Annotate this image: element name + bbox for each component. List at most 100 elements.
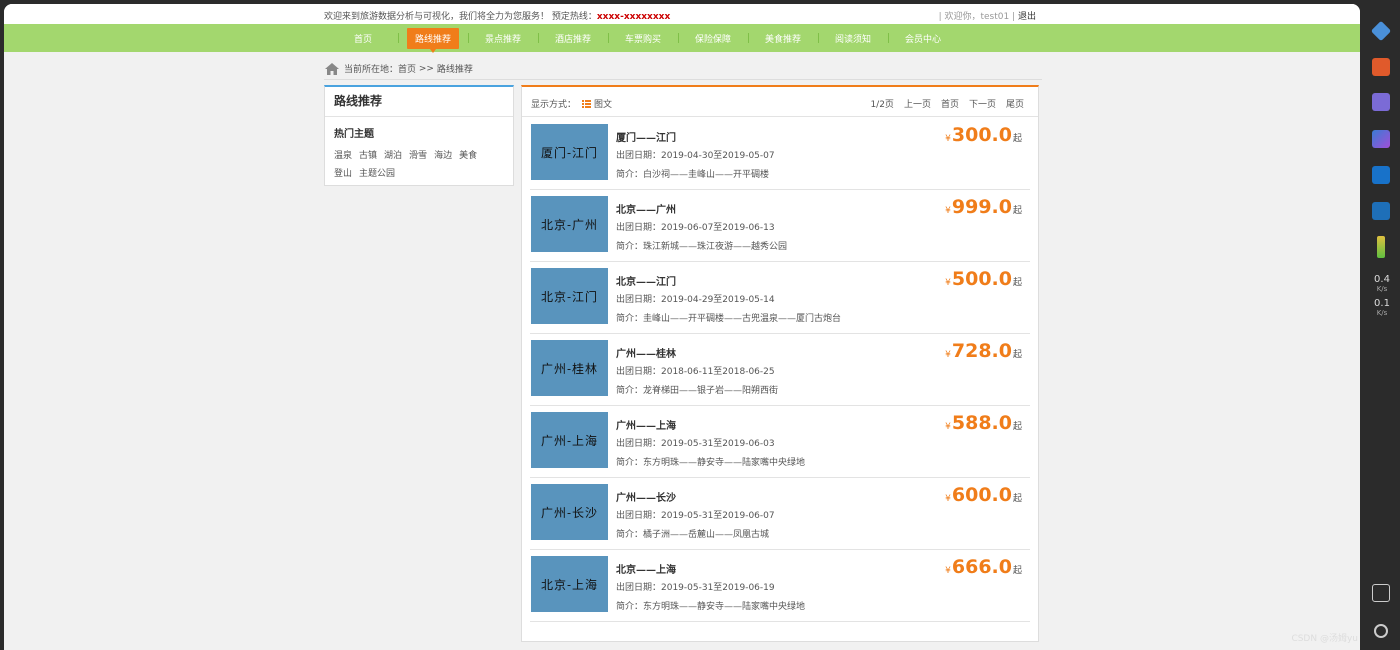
route-thumbnail[interactable]: 广州-长沙	[531, 484, 608, 540]
route-thumbnail[interactable]: 北京-江门	[531, 268, 608, 324]
price-amount: 500.0	[951, 268, 1012, 290]
route-thumbnail-text: 广州-长沙	[540, 505, 599, 520]
copilot-icon[interactable]	[1372, 130, 1390, 148]
route-name[interactable]: 北京——江门	[616, 273, 676, 288]
screenshot-icon[interactable]	[1372, 584, 1390, 602]
route-thumbnail[interactable]: 广州-桂林	[531, 340, 608, 396]
route-date: 出团日期：2019-04-30至2019-05-07	[616, 151, 775, 161]
theme-tag[interactable]: 温泉	[334, 148, 352, 161]
upload-speed: 0.4	[1374, 274, 1390, 285]
nav-item-2[interactable]: 景点推荐	[468, 24, 538, 52]
outlook-icon[interactable]	[1372, 166, 1390, 184]
theme-tag[interactable]: 主题公园	[359, 166, 395, 179]
route-thumbnail-text: 北京-江门	[540, 289, 599, 304]
nav-item-5[interactable]: 保险保障	[678, 24, 748, 52]
route-intro: 简介：橘子洲——岳麓山——凤凰古城	[616, 530, 770, 540]
price-suffix: 起	[1012, 278, 1022, 288]
hot-theme-title: 热门主题	[334, 129, 374, 140]
display-mode-label: 显示方式：	[531, 100, 577, 110]
theme-tag[interactable]: 滑雪	[409, 148, 427, 161]
route-thumbnail[interactable]: 厦门-江门	[531, 124, 608, 180]
route-item: 广州-上海 广州——上海 出团日期：2019-05-31至2019-06-03 简介：…	[530, 406, 1030, 478]
route-thumbnail[interactable]: 广州-上海	[531, 412, 608, 468]
list-icon[interactable]	[582, 99, 592, 108]
route-price: ¥600.0 起	[945, 484, 1022, 506]
route-intro: 简介：龙脊梯田——银子岩——阳朔西街	[616, 386, 779, 396]
page-indicator: 1/2页	[870, 100, 894, 110]
nav-item-6[interactable]: 美食推荐	[748, 24, 818, 52]
nav-item-label: 美食推荐	[764, 34, 801, 45]
security-icon[interactable]	[1372, 202, 1390, 220]
route-name[interactable]: 北京——上海	[616, 561, 676, 576]
logout-link[interactable]: 退出	[1018, 12, 1036, 22]
route-date: 出团日期：2019-06-07至2019-06-13	[616, 223, 775, 233]
route-price: ¥728.0 起	[945, 340, 1022, 362]
breadcrumb: 当前所在地： 首页 >> 路线推荐	[324, 58, 1042, 80]
toolbox-icon[interactable]	[1372, 58, 1390, 76]
route-date: 出团日期：2019-05-31至2019-06-19	[616, 583, 775, 593]
route-thumbnail[interactable]: 北京-广州	[531, 196, 608, 252]
price-suffix: 起	[1012, 350, 1022, 360]
nav-item-1[interactable]: 路线推荐	[398, 24, 468, 53]
nav-item-label: 阅读须知	[834, 34, 871, 45]
welcome-text: 欢迎来到旅游数据分析与可视化，我们将全力为您服务！ 预定热线：xxxx-xxxx…	[324, 9, 670, 22]
route-name[interactable]: 广州——上海	[616, 417, 676, 432]
theme-tag[interactable]: 登山	[334, 166, 352, 179]
hotline-number: xxxx-xxxxxxxx	[596, 12, 671, 22]
browser-viewport: 欢迎来到旅游数据分析与可视化，我们将全力为您服务！ 预定热线：xxxx-xxxx…	[4, 4, 1360, 650]
route-name[interactable]: 北京——广州	[616, 201, 676, 216]
breadcrumb-separator: >>	[416, 63, 437, 74]
last-page-link[interactable]: 尾页	[1006, 97, 1024, 110]
download-speed-unit: K/s	[1376, 309, 1388, 317]
next-page-link[interactable]: 下一页	[969, 97, 996, 110]
theme-tag[interactable]: 美食	[459, 148, 477, 161]
nav-item-4[interactable]: 车票购买	[608, 24, 678, 52]
route-item: 北京-上海 北京——上海 出团日期：2019-05-31至2019-06-19 简介：…	[530, 550, 1030, 622]
price-amount: 588.0	[951, 412, 1012, 434]
route-price: ¥500.0 起	[945, 268, 1022, 290]
currency-symbol: ¥	[945, 422, 951, 432]
route-thumbnail-text: 广州-上海	[540, 433, 599, 448]
nav-item-label: 保险保障	[694, 34, 731, 45]
currency-symbol: ¥	[945, 206, 951, 216]
route-price: ¥588.0 起	[945, 412, 1022, 434]
first-page-link[interactable]: 首页	[941, 97, 959, 110]
main-nav: 首页 路线推荐 景点推荐 酒店推荐 车票购买 保险保障 美食推荐 阅读须知 会员中心	[4, 24, 1360, 53]
breadcrumb-home[interactable]: 首页	[398, 62, 416, 75]
route-intro: 简介：圭峰山——开平碉楼——古兜温泉——厦门古炮台	[616, 314, 842, 324]
welcome-message: 欢迎来到旅游数据分析与可视化，我们将全力为您服务！ 预定热线：	[324, 12, 597, 22]
theme-tag[interactable]: 湖泊	[384, 148, 402, 161]
prev-page-link[interactable]: 上一页	[904, 97, 931, 110]
breadcrumb-prefix: 当前所在地：	[344, 65, 399, 75]
route-intro: 简介：东方明珠——静安寺——陆家嘴中央绿地	[616, 458, 806, 468]
greeting-text: | 欢迎你，	[938, 12, 981, 22]
display-mode-value[interactable]: 图文	[594, 97, 612, 110]
route-name[interactable]: 广州——桂林	[616, 345, 676, 360]
route-thumbnail-text: 厦门-江门	[540, 145, 599, 160]
price-amount: 600.0	[951, 484, 1012, 506]
price-amount: 666.0	[951, 556, 1012, 578]
route-thumbnail[interactable]: 北京-上海	[531, 556, 608, 612]
gear-icon[interactable]	[1374, 624, 1388, 638]
theme-tag[interactable]: 古镇	[359, 148, 377, 161]
route-name[interactable]: 广州——长沙	[616, 489, 676, 504]
sidebar: 路线推荐 热门主题 温泉 古镇 湖泊 滑雪 海边 美食 登山 主题公园	[324, 85, 514, 186]
nav-item-8[interactable]: 会员中心	[888, 24, 958, 52]
nav-item-7[interactable]: 阅读须知	[818, 24, 888, 52]
price-amount: 300.0	[951, 124, 1012, 146]
tag-icon[interactable]	[1370, 20, 1392, 42]
chess-icon[interactable]	[1372, 93, 1390, 111]
nav-item-0[interactable]: 首页	[328, 24, 398, 52]
system-sidebar: 0.4 K/s 0.1 K/s	[1364, 0, 1400, 650]
theme-tag[interactable]: 海边	[434, 148, 452, 161]
route-date: 出团日期：2019-04-29至2019-05-14	[616, 295, 775, 305]
route-price: ¥999.0 起	[945, 196, 1022, 218]
nav-item-label: 酒店推荐	[554, 34, 591, 45]
route-list-panel: 显示方式： 图文 1/2页 上一页 首页 下一页 尾页 厦门-江门 厦门——江门出…	[521, 85, 1039, 642]
battery-icon	[1377, 236, 1385, 258]
route-item: 北京-江门 北京——江门出团日期：2019-04-29至2019-05-14 简介：…	[530, 262, 1030, 334]
route-name[interactable]: 厦门——江门	[616, 129, 676, 144]
currency-symbol: ¥	[945, 278, 951, 288]
username[interactable]: test01	[980, 12, 1009, 22]
nav-item-3[interactable]: 酒店推荐	[538, 24, 608, 52]
